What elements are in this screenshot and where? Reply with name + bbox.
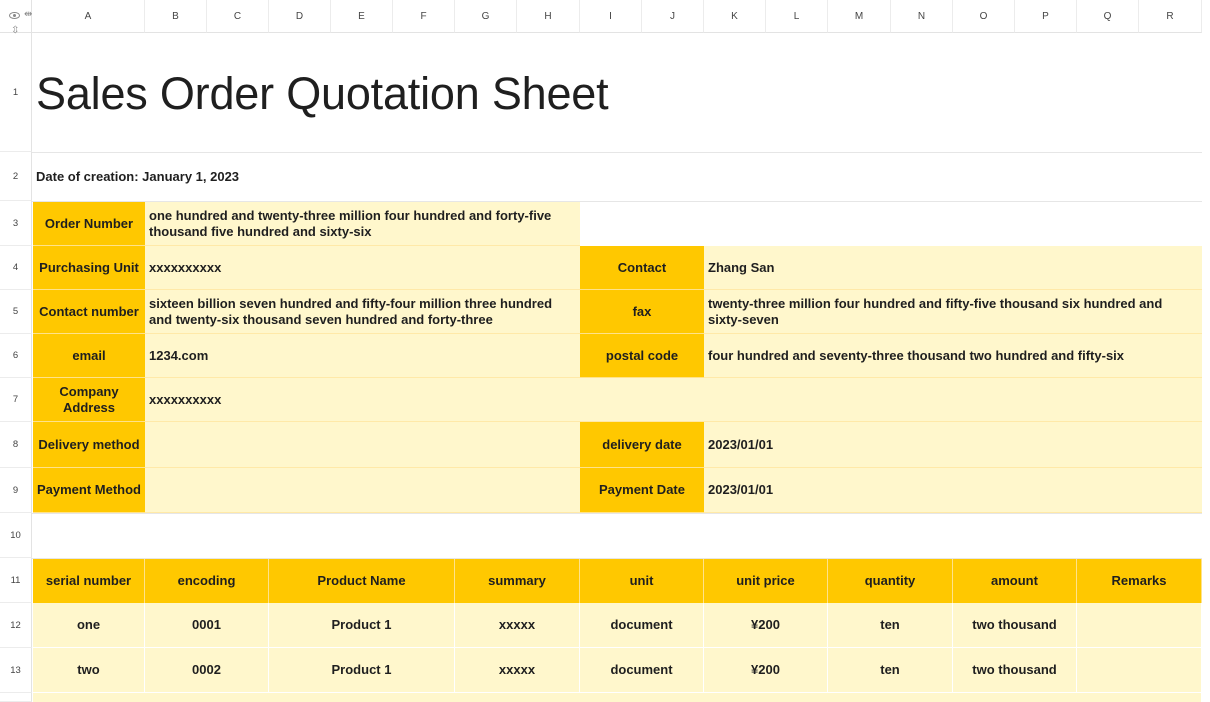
spreadsheet: ⇹ ⇳ A B C D E F G H I J K L M N O P Q R …	[0, 0, 1210, 702]
payment-method-value[interactable]	[145, 468, 580, 513]
row-header-9[interactable]: 9	[0, 468, 32, 513]
postal-code-value[interactable]: four hundred and seventy-three thousand …	[704, 334, 1202, 378]
table-row-partial	[33, 693, 1202, 702]
purchasing-unit-label[interactable]: Purchasing Unit	[33, 246, 145, 290]
column-header-b[interactable]: B	[145, 0, 207, 33]
column-header-o[interactable]: O	[953, 0, 1015, 33]
table-cell-unit-price[interactable]: ¥200	[704, 603, 828, 648]
payment-method-label[interactable]: Payment Method	[33, 468, 145, 513]
column-header-d[interactable]: D	[269, 0, 331, 33]
payment-date-value[interactable]: 2023/01/01	[704, 468, 1202, 513]
table-cell-serial[interactable]: one	[33, 603, 145, 648]
column-header-i[interactable]: I	[580, 0, 642, 33]
purchasing-unit-value[interactable]: xxxxxxxxxx	[145, 246, 580, 290]
header-serial-number[interactable]: serial number	[33, 559, 145, 603]
row-divider	[32, 513, 1202, 514]
email-value[interactable]: 1234.com	[145, 334, 580, 378]
page-title[interactable]: Sales Order Quotation Sheet	[36, 62, 609, 126]
header-product-name[interactable]: Product Name	[269, 559, 455, 603]
contact-number-label[interactable]: Contact number	[33, 290, 145, 334]
email-label[interactable]: email	[33, 334, 145, 378]
column-header-p[interactable]: P	[1015, 0, 1077, 33]
row-header-12[interactable]: 12	[0, 603, 32, 648]
delivery-method-value[interactable]	[145, 422, 580, 468]
table-cell-amount[interactable]: two thousand	[953, 603, 1077, 648]
row-header-10[interactable]: 10	[0, 513, 32, 558]
header-encoding[interactable]: encoding	[145, 559, 269, 603]
row-divider	[32, 152, 1202, 153]
header-amount[interactable]: amount	[953, 559, 1077, 603]
contact-number-value[interactable]: sixteen billion seven hundred and fifty-…	[145, 290, 580, 334]
header-remarks[interactable]: Remarks	[1077, 559, 1202, 603]
company-address-value[interactable]: xxxxxxxxxx	[145, 378, 1202, 422]
row-header-3[interactable]: 3	[0, 201, 32, 246]
table-cell-remarks[interactable]	[1077, 648, 1202, 693]
table-cell-remarks[interactable]	[1077, 603, 1202, 648]
row-header-11[interactable]: 11	[0, 558, 32, 603]
table-cell-quantity[interactable]: ten	[828, 603, 953, 648]
header-summary[interactable]: summary	[455, 559, 580, 603]
column-header-n[interactable]: N	[891, 0, 953, 33]
column-header-a[interactable]: A	[32, 0, 145, 33]
table-cell-encoding[interactable]: 0002	[145, 648, 269, 693]
column-header-m[interactable]: M	[828, 0, 891, 33]
order-number-value[interactable]: one hundred and twenty-three million fou…	[145, 202, 580, 246]
column-header-r[interactable]: R	[1139, 0, 1202, 33]
column-header-g[interactable]: G	[455, 0, 517, 33]
table-cell-unit[interactable]: document	[580, 648, 704, 693]
table-cell-summary[interactable]: xxxxx	[455, 648, 580, 693]
table-cell-encoding[interactable]: 0001	[145, 603, 269, 648]
table-cell-serial[interactable]: two	[33, 648, 145, 693]
row-header-8[interactable]: 8	[0, 422, 32, 468]
payment-date-label[interactable]: Payment Date	[580, 468, 704, 513]
column-header-h[interactable]: H	[517, 0, 580, 33]
table-cell-product-name[interactable]: Product 1	[269, 603, 455, 648]
row-header-2[interactable]: 2	[0, 152, 32, 201]
table-cell-summary[interactable]: xxxxx	[455, 603, 580, 648]
eye-icon[interactable]	[9, 12, 20, 19]
delivery-date-label[interactable]: delivery date	[580, 422, 704, 468]
header-unit[interactable]: unit	[580, 559, 704, 603]
table-cell-product-name[interactable]: Product 1	[269, 648, 455, 693]
row-header-4[interactable]: 4	[0, 246, 32, 290]
header-unit-price[interactable]: unit price	[704, 559, 828, 603]
fax-value[interactable]: twenty-three million four hundred and fi…	[704, 290, 1202, 334]
column-header-k[interactable]: K	[704, 0, 766, 33]
header-quantity[interactable]: quantity	[828, 559, 953, 603]
row-header-5[interactable]: 5	[0, 290, 32, 334]
column-header-q[interactable]: Q	[1077, 0, 1139, 33]
row-header-14[interactable]	[0, 693, 32, 702]
fax-label[interactable]: fax	[580, 290, 704, 334]
column-header-j[interactable]: J	[642, 0, 704, 33]
table-cell-amount[interactable]: two thousand	[953, 648, 1077, 693]
delivery-date-value[interactable]: 2023/01/01	[704, 422, 1202, 468]
row-header-7[interactable]: 7	[0, 378, 32, 422]
table-cell-quantity[interactable]: ten	[828, 648, 953, 693]
column-header-e[interactable]: E	[331, 0, 393, 33]
column-header-l[interactable]: L	[766, 0, 828, 33]
company-address-label[interactable]: Company Address	[33, 378, 145, 422]
select-all-corner[interactable]: ⇹ ⇳	[0, 0, 32, 36]
table-cell-unit[interactable]: document	[580, 603, 704, 648]
table-cell-unit-price[interactable]: ¥200	[704, 648, 828, 693]
row-header-13[interactable]: 13	[0, 648, 32, 693]
date-of-creation[interactable]: Date of creation: January 1, 2023	[36, 169, 239, 185]
contact-label[interactable]: Contact	[580, 246, 704, 290]
row-header-6[interactable]: 6	[0, 334, 32, 378]
row-header-1[interactable]: 1	[0, 33, 32, 152]
column-header-c[interactable]: C	[207, 0, 269, 33]
column-header-f[interactable]: F	[393, 0, 455, 33]
postal-code-label[interactable]: postal code	[580, 334, 704, 378]
contact-value[interactable]: Zhang San	[704, 246, 1202, 290]
order-number-label[interactable]: Order Number	[33, 202, 145, 246]
delivery-method-label[interactable]: Delivery method	[33, 422, 145, 468]
